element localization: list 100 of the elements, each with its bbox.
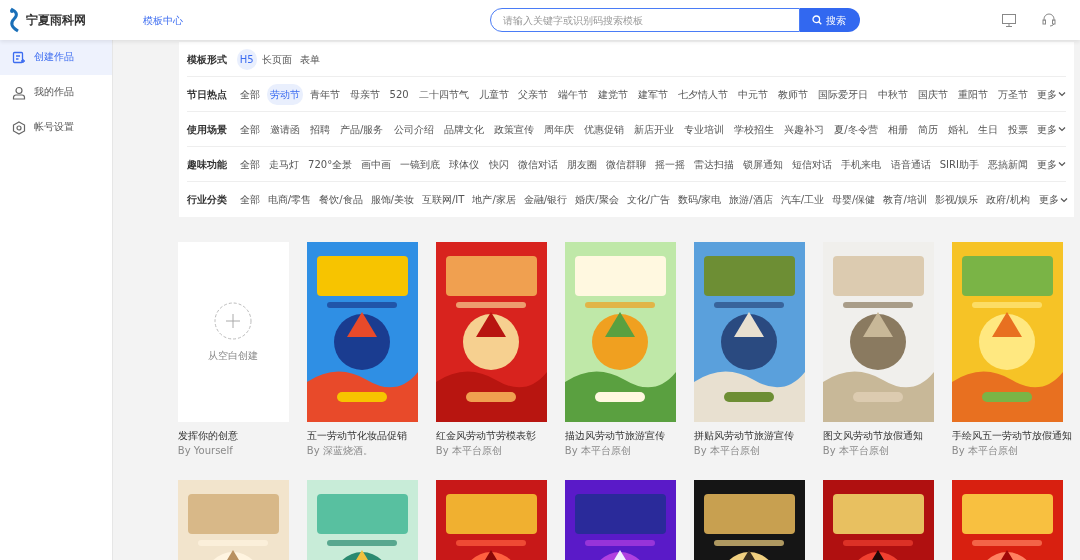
filter-option[interactable]: 全部 [236,189,263,210]
filter-option[interactable]: 专业培训 [681,118,727,140]
filter-option[interactable]: 走马灯 [265,153,302,175]
filter-option[interactable]: 微信群聊 [602,153,649,175]
filter-option[interactable]: 相册 [884,118,911,140]
filter-option[interactable]: 邀请函 [266,118,303,140]
filter-option[interactable]: 建党节 [595,83,632,105]
filter-option[interactable]: 全部 [236,153,263,175]
filter-option[interactable]: 婚礼 [944,118,971,140]
template-title[interactable]: 五一劳动节化妆品促销 [306,428,407,443]
template-title[interactable]: 手绘风五一劳动节放假通知 [951,428,1072,443]
filter-option[interactable]: 汽车/工业 [777,189,827,210]
filter-option[interactable]: 服饰/美妆 [367,189,417,210]
filter-option[interactable]: 投票 [1005,118,1031,140]
filter-option[interactable]: 数码/家电 [674,189,725,210]
filter-option[interactable]: 720°全景 [305,153,356,175]
filter-option[interactable]: 摇一摇 [652,153,688,175]
filter-option[interactable]: 二十四节气 [415,83,472,105]
filter-option[interactable]: 儿童节 [475,83,512,105]
blank-card[interactable]: 从空白创建 [177,242,289,422]
filter-option[interactable]: 语音通话 [887,153,934,175]
filter-option[interactable]: 生日 [974,118,1001,140]
logo-text: 宁夏雨科网 [26,12,86,29]
filter-option[interactable]: 雷达扫描 [691,153,738,175]
template-title[interactable]: 拼贴风劳动节旅游宣传 [693,428,794,443]
nav-link[interactable]: 模板中心 [143,12,183,28]
sidebar-item[interactable]: 我的作品 [0,75,112,110]
filter-option[interactable]: 国际爱牙日 [815,83,872,105]
filter-option[interactable]: 恶搞新闻 [985,153,1031,175]
filter-option[interactable]: 招聘 [307,118,333,140]
filter-option[interactable]: 劳动节 [266,83,303,105]
more-button[interactable]: 更多 [1038,192,1068,207]
filter-option[interactable]: 建军节 [635,83,672,105]
filter-option[interactable]: 新店开业 [630,118,677,140]
monitor-icon[interactable] [1002,13,1016,27]
filter-option[interactable]: 政府/机构 [983,189,1033,210]
template-title[interactable]: 红金风劳动节劳模表彰 [435,428,536,443]
filter-option[interactable]: 产品/服务 [337,118,387,140]
filter-option[interactable]: 长页面 [258,48,295,70]
filter-option[interactable]: 旅游/酒店 [726,189,776,210]
template-title[interactable]: 图文风劳动节放假通知 [822,428,923,443]
filter-option[interactable]: 简历 [914,118,941,140]
filter-option[interactable]: 重阳节 [954,83,991,105]
more-button[interactable]: 更多 [1037,121,1066,137]
filter-option[interactable]: 青年节 [306,83,343,105]
sidebar-item[interactable]: 创建作品 [0,40,112,75]
filter-option[interactable]: 教师节 [775,83,812,105]
filter-option[interactable]: 全部 [236,118,263,140]
filter-option[interactable]: 中元节 [735,83,772,105]
filter-option[interactable]: 万圣节 [994,83,1031,105]
filter-option[interactable]: 互联网/IT [418,189,468,210]
filter-option[interactable]: 金融/银行 [520,189,571,210]
filter-option[interactable]: 优惠促销 [580,118,627,140]
filter-option[interactable]: 短信对话 [789,153,836,175]
filter-label: 使用场景 [186,122,228,137]
filter-option[interactable]: 端午节 [555,83,592,105]
sidebar-item[interactable]: 帐号设置 [0,110,112,145]
filter-option[interactable]: 中秋节 [875,83,911,105]
filter-option[interactable]: 教育/培训 [880,189,930,210]
filter-option[interactable]: 锁屏通知 [740,153,787,175]
filter-option[interactable]: 父亲节 [515,83,552,105]
filter-option[interactable]: 影视/娱乐 [931,189,982,210]
filter-option[interactable]: 球体仪 [446,153,483,175]
filter-option[interactable]: 全部 [236,83,263,105]
template-title[interactable]: 发挥你的创意 [177,428,238,443]
search-icon [812,15,822,25]
search-button[interactable]: 搜索 [800,8,860,32]
template-title[interactable]: 描边风劳动节旅游宣传 [564,428,665,443]
template-author: By 本平台原创 [822,444,889,458]
filter-option[interactable]: H5 [236,48,257,70]
filter-option[interactable]: 学校招生 [731,118,778,140]
more-button[interactable]: 更多 [1037,156,1066,172]
filter-option[interactable]: SIRI助手 [936,153,982,175]
filter-option[interactable]: 公司介绍 [390,118,437,140]
filter-option[interactable]: 政策宣传 [490,118,537,140]
filter-option[interactable]: 婚庆/聚会 [572,189,622,210]
filter-option[interactable]: 品牌文化 [440,118,487,140]
filter-option[interactable]: 520 [386,83,412,105]
filter-option[interactable]: 母婴/保健 [829,189,879,210]
filter-option[interactable]: 一镜到底 [397,153,444,175]
filter-option[interactable]: 兴趣补习 [781,118,828,140]
search-field[interactable]: 请输入关键字或识别码搜索模板 [490,8,800,32]
filter-option[interactable]: 手机来电 [838,153,885,175]
filter-option[interactable]: 国庆节 [914,83,951,105]
filter-option[interactable]: 地产/家居 [469,189,519,210]
filter-option[interactable]: 周年庆 [540,118,577,140]
filter-option[interactable]: 餐饮/食品 [316,189,366,210]
filter-option[interactable]: 朋友圈 [563,153,600,175]
filter-option[interactable]: 快闪 [485,153,512,175]
edit-icon [12,50,26,65]
more-button[interactable]: 更多 [1037,86,1066,102]
filter-option[interactable]: 电商/零售 [264,189,315,210]
filter-option[interactable]: 母亲节 [346,83,383,105]
filter-option[interactable]: 微信对话 [514,153,561,175]
filter-option[interactable]: 文化/广告 [623,189,673,210]
filter-option[interactable]: 七夕情人节 [675,83,732,105]
headset-icon[interactable] [1042,13,1056,27]
filter-option[interactable]: 夏/冬令营 [831,118,881,140]
filter-option[interactable]: 画中画 [358,153,395,175]
filter-option[interactable]: 表单 [296,48,323,70]
